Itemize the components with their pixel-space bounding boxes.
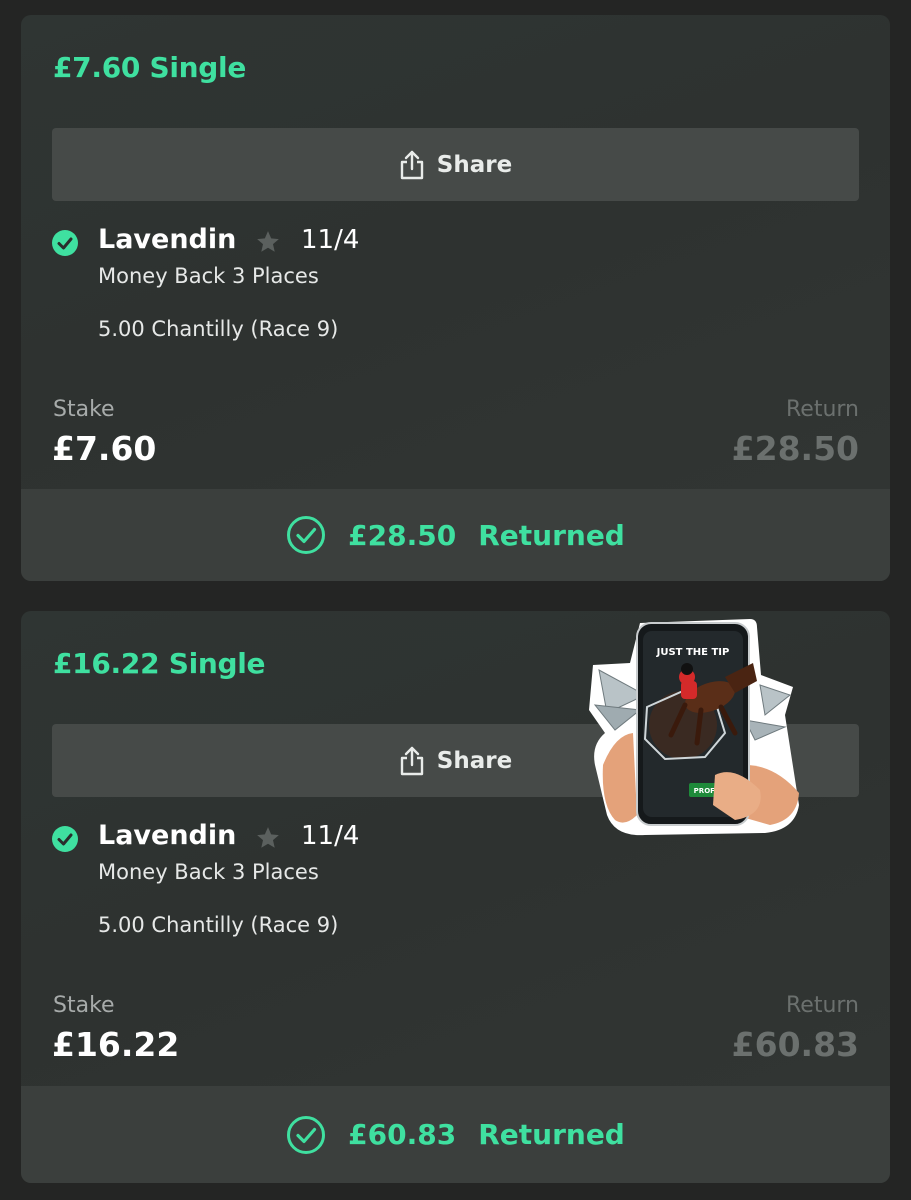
share-icon (400, 746, 423, 775)
stake-value: £16.22 (52, 1025, 180, 1064)
share-button[interactable]: Share (52, 128, 859, 201)
selection-market: Money Back 3 Places (98, 264, 319, 288)
return-label: Return (785, 993, 859, 1018)
returned-status-bar: £28.50 Returned (21, 489, 890, 581)
share-icon (400, 150, 423, 179)
phone-horse-sticker-icon: JUST THE TIP PROFIT (589, 619, 799, 836)
selection-odds: 11/4 (301, 225, 360, 255)
share-label: Share (436, 151, 513, 178)
returned-label: Returned (478, 1118, 625, 1151)
selection-name: Lavendin (98, 224, 237, 255)
bet-card: £7.60 Single Share Lavendin 11/4 Money B… (21, 15, 890, 581)
returned-amount: £28.50 (348, 518, 457, 552)
stake-label: Stake (53, 993, 115, 1018)
sticker-heading: JUST THE TIP (656, 647, 730, 658)
star-icon[interactable] (255, 825, 281, 851)
selection-odds: 11/4 (301, 821, 360, 851)
bet-title: £16.22 Single (53, 647, 266, 680)
bet-title: £7.60 Single (53, 51, 247, 84)
stake-value: £7.60 (52, 429, 157, 468)
returned-amount: £60.83 (348, 1118, 457, 1151)
selection-market: Money Back 3 Places (98, 860, 319, 884)
star-icon[interactable] (255, 229, 281, 255)
check-circle-icon (52, 826, 78, 852)
return-label: Return (785, 397, 859, 422)
stake-label: Stake (53, 397, 115, 422)
selection-event: 5.00 Chantilly (Race 9) (98, 317, 339, 341)
selection-event: 5.00 Chantilly (Race 9) (98, 913, 339, 937)
share-label: Share (436, 747, 513, 774)
returned-label: Returned (478, 518, 625, 552)
check-circle-outline-icon (287, 516, 326, 554)
returned-status-bar: £60.83 Returned (21, 1086, 890, 1183)
return-value: £60.83 (731, 1025, 859, 1064)
check-circle-outline-icon (287, 1115, 326, 1154)
check-circle-icon (52, 230, 78, 256)
selection-name: Lavendin (98, 820, 237, 851)
return-value: £28.50 (731, 429, 859, 468)
